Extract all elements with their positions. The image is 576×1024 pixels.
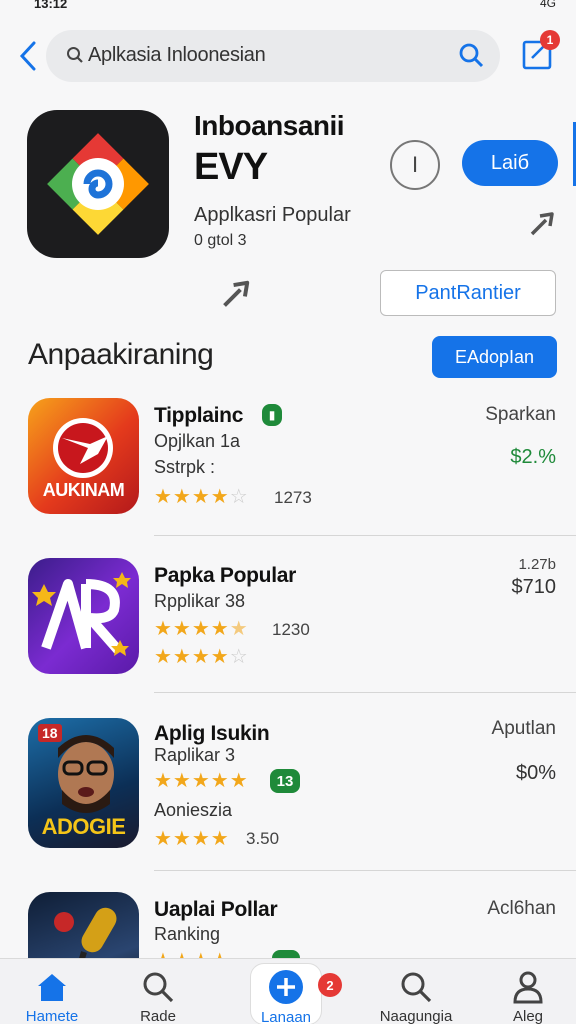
status-bar: 13:12 4G (0, 0, 576, 14)
app-header: Inboansanii EVY Applkasri Popular 0 gtol… (0, 108, 576, 328)
age-badge: 18 (38, 724, 62, 742)
divider (154, 535, 576, 536)
item-title: Uaplai Pollar (154, 898, 278, 921)
rating-count: 1273 (274, 488, 312, 507)
item-title: Papka Popular (154, 564, 296, 587)
person-icon (513, 971, 543, 1003)
status-time: 13:12 (34, 0, 68, 11)
app-title: Inboansanii (194, 110, 345, 141)
search-row: Aplkasia Inloonesian 1 (0, 28, 576, 84)
section-title: Anpaakiraning (28, 338, 214, 371)
rating-count: 3.50 (246, 829, 280, 848)
tab-profile[interactable]: Aleg (480, 959, 576, 1024)
tab-explore[interactable]: Naagungia (368, 959, 464, 1024)
rating-count: 1230 (272, 620, 310, 639)
list-item[interactable]: Papka Popular Rpplikar 38 ★★★★★ 1230 ★★★… (0, 556, 576, 708)
item-status: Sparkan (485, 404, 556, 425)
item-price: $0% (515, 762, 556, 784)
tab-label: Naagungia (379, 1008, 453, 1024)
item-detail: Sstrpk : (154, 457, 216, 477)
item-subtitle: Raplikar 3 (154, 745, 236, 765)
search-input[interactable]: Aplkasia Inloonesian (46, 30, 500, 82)
item-subtitle: Rpplikar 38 (154, 591, 246, 611)
item-price: $2.% (510, 446, 556, 468)
tab-label: Hamete (25, 1008, 79, 1024)
tab-search[interactable]: Rade (110, 959, 206, 1024)
back-button[interactable] (12, 36, 44, 76)
search-query: Aplkasia Inloonesian (88, 44, 266, 66)
section-action-button[interactable]: EAdopIan (432, 336, 557, 378)
app-thumbnail: ADOGIE 18 (28, 718, 139, 848)
app-subtitle: EVY (194, 146, 268, 188)
tab-label: Rade (140, 1008, 176, 1024)
divider (154, 692, 576, 693)
home-icon (38, 973, 66, 1001)
star-rating-secondary: ★★★★ (154, 828, 230, 850)
list-item[interactable]: AUKINAM Tipplainc ▮ Opjlkan 1a Sstrpk : … (0, 398, 576, 548)
app-category: Applkasri Popular (194, 204, 351, 226)
edit-button[interactable]: 1 (522, 30, 560, 70)
app-thumbnail (28, 558, 139, 674)
thumb-label: ADOGIE (41, 814, 126, 839)
item-title: Aplig Isukin (154, 722, 270, 745)
verified-icon: ▮ (262, 404, 282, 426)
thumb-label: AUKINAM (42, 480, 125, 500)
app-icon (27, 110, 169, 258)
ar-logo-icon (32, 572, 131, 656)
plus-icon (269, 970, 303, 1004)
tab-badge: 2 (318, 973, 342, 997)
item-subtitle: Ranking (154, 924, 221, 944)
status-signal: 4G (539, 0, 556, 10)
tab-add[interactable]: Lanaan 2 (238, 959, 342, 1024)
info-button[interactable]: I (390, 140, 440, 190)
item-price: $710 (511, 576, 557, 598)
item-status: Aputlan (491, 718, 556, 739)
chevron-left-icon (19, 41, 36, 71)
item-title: Tipplainc (154, 404, 244, 427)
app-logo-icon (47, 133, 149, 235)
divider (154, 870, 576, 871)
search-icon (143, 972, 174, 1002)
secondary-button[interactable]: PantRantier (380, 270, 556, 316)
list-item[interactable]: ADOGIE 18 Aplig Isukin Raplikar 3 ★★★★★ … (0, 716, 576, 866)
star-rating: ★★★★☆ (154, 486, 249, 508)
star-rating: ★★★★★ (154, 770, 249, 792)
tab-home[interactable]: Hamete (4, 959, 100, 1024)
app-meta: 0 gtol 3 (194, 232, 247, 249)
share-icon[interactable] (528, 208, 558, 238)
item-status: Acl6han (487, 898, 556, 919)
item-detail: Aonieszia (154, 800, 233, 820)
app-thumbnail: AUKINAM (28, 398, 139, 514)
tab-label: Lanaan (260, 1009, 312, 1024)
search-icon (67, 47, 83, 63)
tab-bar: Hamete Rade Lanaan 2 Naagungia Aleg (0, 958, 576, 1024)
tag-badge: 13 (270, 769, 300, 793)
star-rating: ★★★★★ (154, 618, 249, 640)
search-submit-icon[interactable] (458, 42, 484, 68)
item-subtitle: Opjlkan 1a (154, 431, 241, 451)
get-button[interactable]: Laiб (462, 140, 558, 186)
edit-badge: 1 (540, 30, 560, 50)
star-rating-secondary: ★★★★☆ (154, 646, 249, 668)
item-status: 1.27b (518, 556, 556, 573)
search-icon (401, 972, 432, 1002)
share-icon[interactable] (220, 276, 254, 310)
tab-label: Aleg (512, 1008, 544, 1024)
